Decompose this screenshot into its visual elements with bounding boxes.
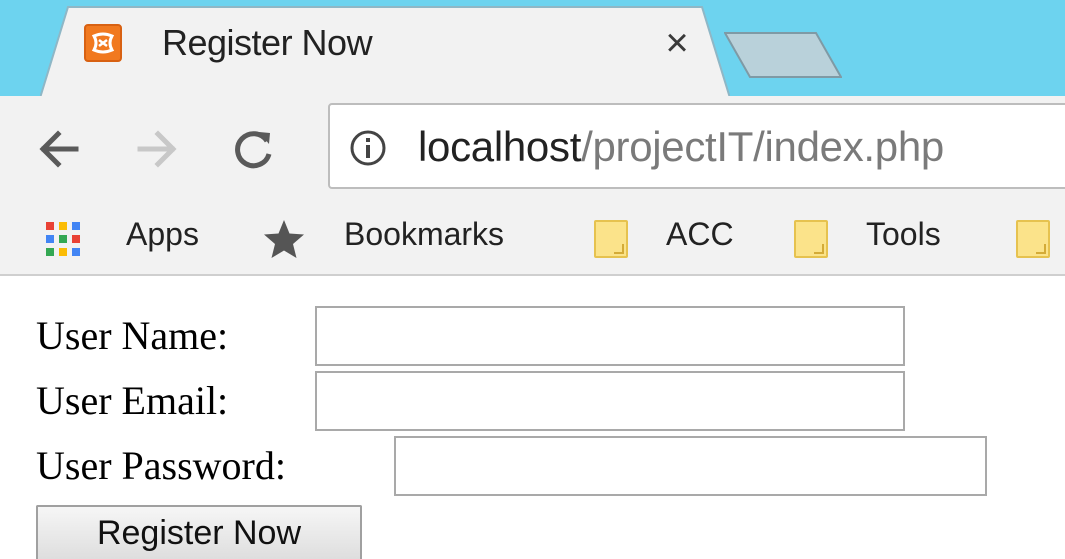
bookmark-label: Tools bbox=[866, 216, 941, 252]
user-name-input[interactable] bbox=[315, 306, 905, 366]
bookmark-folder-more[interactable] bbox=[1006, 202, 1065, 274]
url-text[interactable]: localhost/projectIT/index.php bbox=[418, 123, 944, 171]
folder-icon bbox=[794, 220, 828, 258]
new-tab-button[interactable] bbox=[724, 32, 842, 78]
user-name-label: User Name: bbox=[36, 313, 229, 358]
bookmark-label: ACC bbox=[666, 216, 734, 252]
folder-icon bbox=[594, 220, 628, 258]
user-password-input[interactable] bbox=[394, 436, 987, 496]
bookmarks-bar: Apps Bookmarks ACC Tools bbox=[0, 202, 1065, 276]
field-user-password: User Password: bbox=[36, 436, 996, 496]
bookmark-apps[interactable]: Apps bbox=[40, 202, 230, 274]
bookmark-folder-tools[interactable]: Tools bbox=[786, 202, 986, 274]
bookmark-label: Apps bbox=[126, 216, 199, 252]
info-icon[interactable] bbox=[348, 128, 388, 168]
close-tab-icon[interactable]: × bbox=[660, 21, 694, 65]
field-user-name: User Name: bbox=[36, 306, 916, 366]
url-path: /projectIT/index.php bbox=[581, 123, 944, 170]
arrow-left-icon[interactable] bbox=[34, 124, 84, 174]
user-password-label: User Password: bbox=[36, 443, 286, 488]
tab-strip: Register Now × bbox=[0, 0, 1065, 96]
tab-register-now[interactable] bbox=[40, 6, 730, 96]
folder-icon bbox=[1016, 220, 1050, 258]
arrow-right-icon[interactable] bbox=[132, 124, 182, 174]
url-host: localhost bbox=[418, 123, 582, 170]
field-user-email: User Email: bbox=[36, 371, 916, 431]
user-email-label: User Email: bbox=[36, 378, 229, 423]
register-now-button[interactable]: Register Now bbox=[36, 505, 362, 559]
browser-toolbar: localhost/projectIT/index.php bbox=[0, 96, 1065, 202]
address-bar[interactable]: localhost/projectIT/index.php bbox=[328, 103, 1065, 189]
bookmark-label: Bookmarks bbox=[344, 216, 505, 252]
bookmark-folder-acc[interactable]: ACC bbox=[586, 202, 766, 274]
star-icon bbox=[264, 220, 304, 258]
user-email-input[interactable] bbox=[315, 371, 905, 431]
apps-grid-icon bbox=[46, 222, 80, 256]
page-content: User Name: User Email: User Password: Re… bbox=[0, 276, 1065, 559]
tab-title: Register Now bbox=[162, 22, 373, 63]
reload-icon[interactable] bbox=[228, 124, 278, 174]
xampp-icon bbox=[84, 24, 122, 62]
bookmark-bookmarks[interactable]: Bookmarks bbox=[256, 202, 556, 274]
